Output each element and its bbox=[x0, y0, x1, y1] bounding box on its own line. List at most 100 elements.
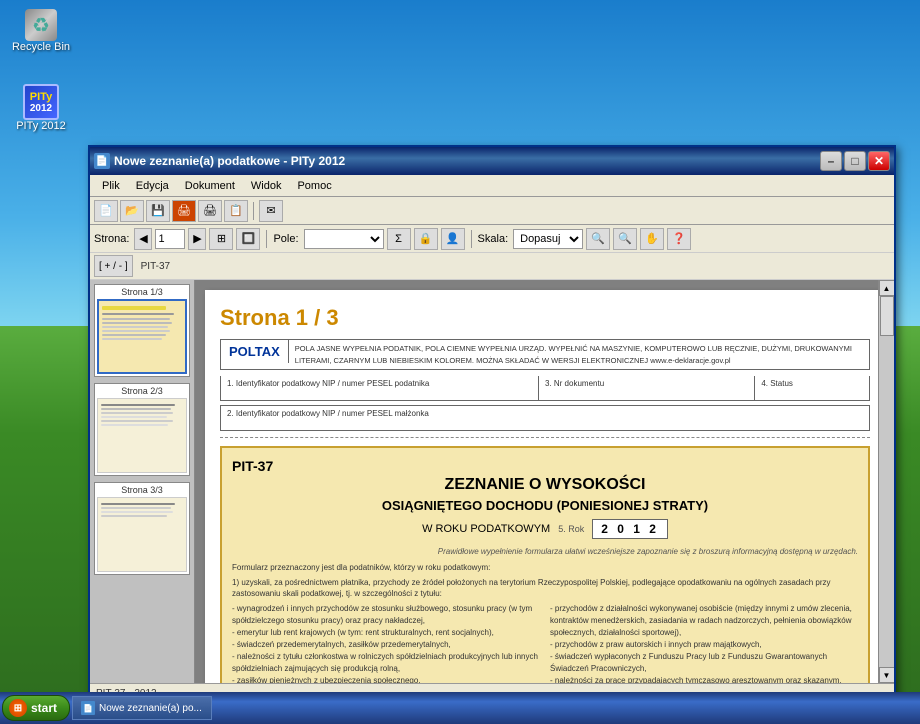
toolbar-2: Strona: ◀ ▶ ⊞ 🔲 Pole: Σ 🔒 👤 Skala: Dopas… bbox=[90, 225, 894, 253]
toolbar-sep-2 bbox=[266, 230, 267, 248]
recycle-bin-image: ♻ bbox=[25, 9, 57, 41]
scroll-down[interactable]: ▼ bbox=[879, 667, 895, 683]
poltax-text: POLTAX bbox=[229, 344, 280, 359]
strona-label: Strona: bbox=[94, 233, 129, 245]
field-row-2: 2. Identyfikator podatkowy NIP / numer P… bbox=[220, 405, 870, 431]
toolbar-help-btn[interactable]: ❓ bbox=[667, 228, 691, 250]
pit37-heading3-row: W ROKU PODATKOWYM 5. Rok 2 0 1 2 bbox=[232, 519, 858, 539]
taskbar-app-item[interactable]: 📄 Nowe zeznanie(a) po... bbox=[72, 696, 212, 720]
thumb-2-label: Strona 2/3 bbox=[97, 386, 187, 396]
menu-bar: Plik Edycja Dokument Widok Pomoc bbox=[90, 175, 894, 197]
menu-pomoc[interactable]: Pomoc bbox=[289, 178, 339, 194]
poltax-info-text: POLA JASNE WYPEŁNIA PODATNIK, POLA CIEMN… bbox=[295, 344, 852, 365]
windows-logo: ⊞ bbox=[9, 699, 27, 717]
taskbar: ⊞ start 📄 Nowe zeznanie(a) po... bbox=[0, 692, 920, 724]
toolbar-calc-btn[interactable]: Σ bbox=[387, 228, 411, 250]
window-controls: – □ ✕ bbox=[820, 151, 890, 171]
plus-minus-btn[interactable]: [ + / - ] bbox=[94, 255, 133, 277]
field-nip-malzonek-label: 2. Identyfikator podatkowy NIP / numer P… bbox=[227, 409, 863, 418]
recycle-bin-label: Recycle Bin bbox=[12, 41, 70, 54]
pit-id-label: PIT-37 bbox=[141, 261, 170, 272]
app-icon: 📄 bbox=[94, 153, 110, 169]
toolbar-hand-btn[interactable]: ✋ bbox=[640, 228, 664, 250]
poltax-row: POLTAX POLA JASNE WYPEŁNIA PODATNIK, POL… bbox=[220, 339, 870, 370]
desc-intro: Formularz przeznaczony jest dla podatnik… bbox=[232, 562, 858, 573]
scroll-up[interactable]: ▲ bbox=[879, 280, 895, 296]
pit37-heading3: W ROKU PODATKOWYM bbox=[422, 523, 550, 535]
taskbar-app-icon: 📄 bbox=[81, 701, 95, 715]
thumbnail-1[interactable]: Strona 1/3 bbox=[94, 284, 190, 377]
title-bar: 📄 Nowe zeznanie(a) podatkowe - PITy 2012… bbox=[90, 147, 894, 175]
desc-right: - przychodów z działalności wykonywanej … bbox=[550, 603, 858, 683]
pity-icon-image: PITy 2012 bbox=[23, 84, 59, 120]
document-area[interactable]: Strona 1 / 3 POLTAX POLA JASNE WYPEŁNIA … bbox=[195, 280, 878, 683]
field-nr-dokumentu: 3. Nr dokumentu bbox=[539, 376, 755, 400]
toolbar-btn-pdf[interactable]: 📋 bbox=[224, 200, 248, 222]
toolbar-sep-3 bbox=[471, 230, 472, 248]
field-nr-label: 3. Nr dokumentu bbox=[545, 379, 748, 388]
field-nip-malzonek: 2. Identyfikator podatkowy NIP / numer P… bbox=[221, 406, 869, 430]
thumb-3-preview bbox=[97, 497, 187, 572]
toolbar-zoom-out[interactable]: 🔍 bbox=[586, 228, 610, 250]
toolbar-zoom-in[interactable]: 🔍 bbox=[613, 228, 637, 250]
thumbnail-panel: Strona 1/3 bbox=[90, 280, 195, 683]
toolbar-btn-print[interactable]: 🖨 bbox=[198, 200, 222, 222]
toolbar-btn-email[interactable]: ✉ bbox=[259, 200, 283, 222]
desc-columns: - wynagrodzeń i innych przychodów ze sto… bbox=[232, 603, 858, 683]
toolbar-btn-open[interactable]: 📂 bbox=[120, 200, 144, 222]
maximize-button[interactable]: □ bbox=[844, 151, 866, 171]
scroll-track[interactable] bbox=[879, 296, 895, 667]
thumb-3-label: Strona 3/3 bbox=[97, 485, 187, 495]
menu-widok[interactable]: Widok bbox=[243, 178, 290, 194]
scrollbar[interactable]: ▲ ▼ bbox=[878, 280, 894, 683]
thumbnail-3[interactable]: Strona 3/3 bbox=[94, 482, 190, 575]
recycle-bin-icon[interactable]: ♻ Recycle Bin bbox=[5, 5, 77, 58]
pity-icon-label: PITy 2012 bbox=[16, 120, 66, 133]
start-button[interactable]: ⊞ start bbox=[2, 695, 70, 721]
toolbar-1: 📄 📂 💾 🖨 🖨 📋 ✉ bbox=[90, 197, 894, 225]
rok-value: 2 0 1 2 bbox=[592, 519, 668, 539]
toolbar-fit-btn[interactable]: ⊞ bbox=[209, 228, 233, 250]
document-page: Strona 1 / 3 POLTAX POLA JASNE WYPEŁNIA … bbox=[205, 290, 878, 683]
page-next-btn[interactable]: ▶ bbox=[188, 228, 206, 250]
pit-toolbar: [ + / - ] PIT-37 bbox=[90, 253, 894, 280]
rok-label: 5. Rok bbox=[558, 524, 584, 534]
thumbnail-2[interactable]: Strona 2/3 bbox=[94, 383, 190, 476]
poltax-info: POLA JASNE WYPEŁNIA PODATNIK, POLA CIEMN… bbox=[289, 340, 869, 369]
scroll-thumb[interactable] bbox=[880, 296, 894, 336]
field-nip-podatnik: 1. Identyfikator podatkowy NIP / numer P… bbox=[221, 376, 539, 400]
pit37-heading-area: ZEZNANIE O WYSOKOŚCI OSIĄGNIĘTEGO DOCHOD… bbox=[232, 476, 858, 539]
close-button[interactable]: ✕ bbox=[868, 151, 890, 171]
skala-select[interactable]: Dopasuj bbox=[513, 229, 583, 249]
toolbar-view-btn[interactable]: 🔲 bbox=[236, 228, 260, 250]
page-prev-btn[interactable]: ◀ bbox=[134, 228, 152, 250]
pit37-section: PIT-37 ZEZNANIE O WYSOKOŚCI OSIĄGNIĘTEGO… bbox=[220, 446, 870, 683]
toolbar-separator-1 bbox=[253, 202, 254, 220]
toolbar-lock-btn[interactable]: 🔒 bbox=[414, 228, 438, 250]
pit37-heading2: OSIĄGNIĘTEGO DOCHODU (PONIESIONEJ STRATY… bbox=[232, 498, 858, 515]
page-number-input[interactable] bbox=[155, 229, 185, 249]
minimize-button[interactable]: – bbox=[820, 151, 842, 171]
desktop: ♻ Recycle Bin PITy 2012 PITy 2012 📄 Nowe… bbox=[0, 0, 920, 724]
toolbar-btn-save[interactable]: 💾 bbox=[146, 200, 170, 222]
content-area: Strona 1/3 bbox=[90, 280, 894, 683]
field-row-1: 1. Identyfikator podatkowy NIP / numer P… bbox=[220, 376, 870, 401]
field-nip-label: 1. Identyfikator podatkowy NIP / numer P… bbox=[227, 379, 532, 388]
main-window: 📄 Nowe zeznanie(a) podatkowe - PITy 2012… bbox=[88, 145, 896, 705]
menu-edycja[interactable]: Edycja bbox=[128, 178, 177, 194]
pit37-note: Prawidłowe wypełnienie formularza ułatwi… bbox=[232, 547, 858, 556]
pity-desktop-icon[interactable]: PITy 2012 PITy 2012 bbox=[5, 80, 77, 137]
divider bbox=[220, 437, 870, 438]
toolbar-btn-new[interactable]: 📄 bbox=[94, 200, 118, 222]
skala-label: Skala: bbox=[478, 233, 509, 245]
page-header: Strona 1 / 3 bbox=[220, 305, 870, 331]
pit37-heading1: ZEZNANIE O WYSOKOŚCI bbox=[232, 476, 858, 494]
toolbar-unlock-btn[interactable]: 👤 bbox=[441, 228, 465, 250]
thumb-1-label: Strona 1/3 bbox=[97, 287, 187, 297]
window-title: Nowe zeznanie(a) podatkowe - PITy 2012 bbox=[114, 154, 816, 168]
menu-plik[interactable]: Plik bbox=[94, 178, 128, 194]
menu-dokument[interactable]: Dokument bbox=[177, 178, 243, 194]
pole-label: Pole: bbox=[273, 233, 298, 245]
pole-select[interactable] bbox=[304, 229, 384, 249]
toolbar-btn-print-preview[interactable]: 🖨 bbox=[172, 200, 196, 222]
